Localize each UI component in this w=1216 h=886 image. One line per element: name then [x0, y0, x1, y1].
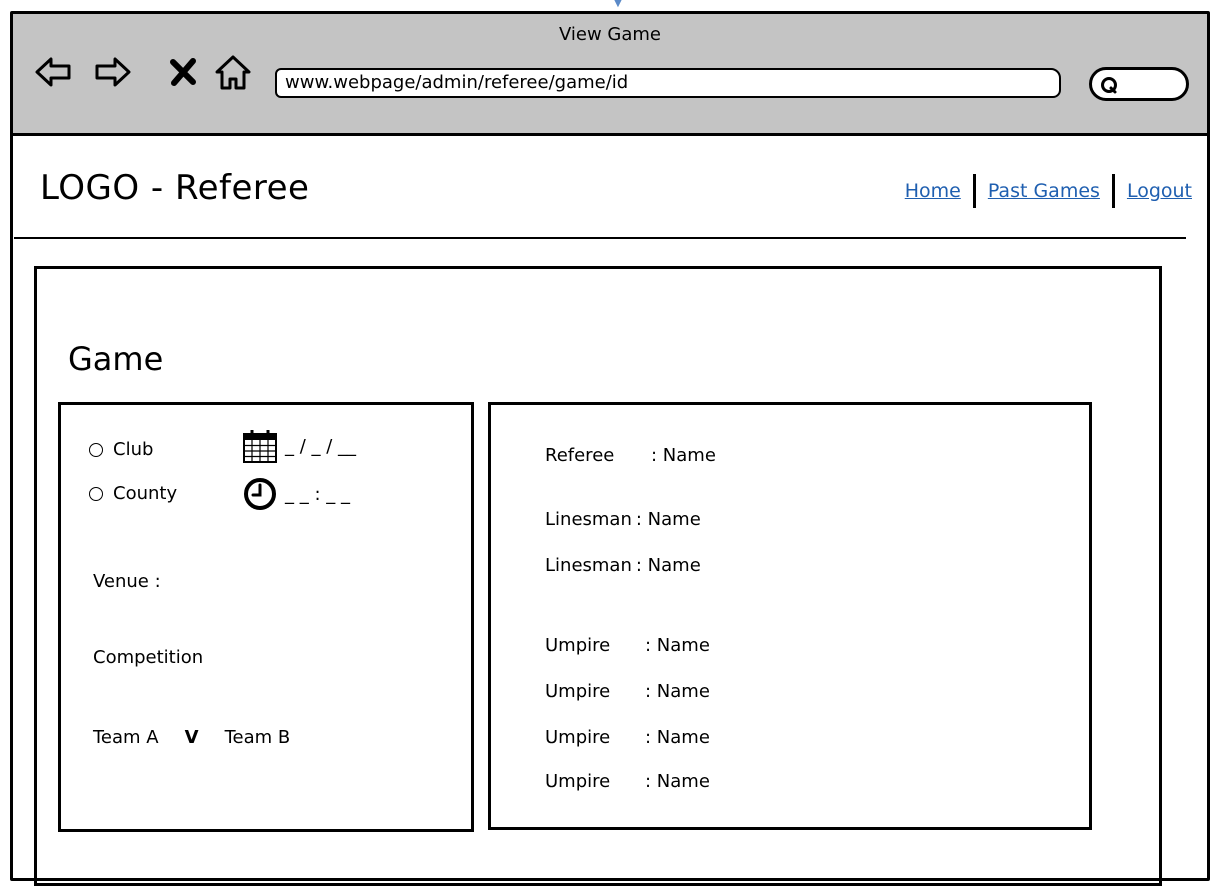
radio-label: County [113, 483, 178, 504]
venue-label: Venue : [93, 571, 161, 592]
officials-panel: Referee : Name Linesman : Name Linesman … [488, 402, 1092, 830]
time-field[interactable]: _ _ : _ _ [241, 475, 350, 513]
nav-divider [1111, 174, 1115, 208]
official-role: Umpire [545, 635, 611, 656]
url-input[interactable]: www.webpage/admin/referee/game/id [275, 68, 1061, 98]
search-icon [1101, 77, 1117, 94]
team-a-label: Team A [93, 727, 159, 748]
official-role: Linesman [545, 509, 632, 530]
versus-label: V [184, 727, 199, 748]
time-placeholder: _ _ : _ _ [285, 483, 350, 505]
calendar-icon[interactable] [241, 427, 279, 465]
competition-label: Competition [93, 647, 204, 668]
official-row-umpire: Umpire : Name [545, 727, 710, 748]
official-role: Linesman [545, 555, 632, 576]
home-icon[interactable] [213, 52, 253, 92]
official-name: : Name [635, 509, 701, 530]
official-name: : Name [635, 555, 701, 576]
nav-home-link[interactable]: Home [905, 180, 961, 202]
header-nav: Home Past Games Logout [905, 174, 1192, 208]
forward-arrow-icon[interactable] [93, 52, 133, 92]
team-b-label: Team B [224, 727, 291, 748]
official-row-referee: Referee : Name [545, 445, 716, 466]
window-title: View Game [558, 24, 662, 45]
official-row-linesman: Linesman : Name [545, 509, 701, 530]
clock-icon[interactable] [241, 475, 279, 513]
date-placeholder: _ / _ / __ [285, 435, 357, 457]
radio-club[interactable]: Club [89, 439, 153, 460]
radio-button[interactable] [89, 486, 103, 501]
official-role: Referee [545, 445, 615, 466]
official-row-linesman: Linesman : Name [545, 555, 701, 576]
close-x-icon[interactable] [163, 52, 203, 92]
official-name: : Name [645, 681, 710, 702]
official-role: Umpire [545, 771, 611, 792]
browser-toolbar: View Game www.webpage/admin/referee/game… [13, 14, 1207, 136]
nav-divider [972, 174, 976, 208]
radio-county[interactable]: County [89, 483, 177, 504]
browser-search-button[interactable] [1089, 67, 1189, 101]
official-row-umpire: Umpire : Name [545, 771, 710, 792]
official-name: : Name [645, 727, 710, 748]
top-pointer-icon: ▼ [614, 0, 622, 9]
date-field[interactable]: _ / _ / __ [241, 427, 356, 465]
nav-logout-link[interactable]: Logout [1127, 180, 1192, 202]
teams-row: Team A V Team B [93, 727, 290, 748]
official-name: : Name [645, 771, 710, 792]
back-arrow-icon[interactable] [33, 52, 73, 92]
official-row-umpire: Umpire : Name [545, 635, 710, 656]
official-role: Umpire [545, 727, 611, 748]
radio-button[interactable] [89, 442, 103, 457]
header-divider [14, 237, 1186, 239]
official-row-umpire: Umpire : Name [545, 681, 710, 702]
official-role: Umpire [545, 681, 611, 702]
page-title: Game [68, 340, 164, 378]
nav-past-games-link[interactable]: Past Games [988, 180, 1100, 202]
game-details-panel: Club County _ / _ / __ _ _ : _ _ Venue :… [58, 402, 474, 832]
site-logo: LOGO - Referee [40, 168, 310, 208]
radio-label: Club [113, 439, 154, 460]
official-name: : Name [651, 445, 716, 466]
official-name: : Name [645, 635, 710, 656]
